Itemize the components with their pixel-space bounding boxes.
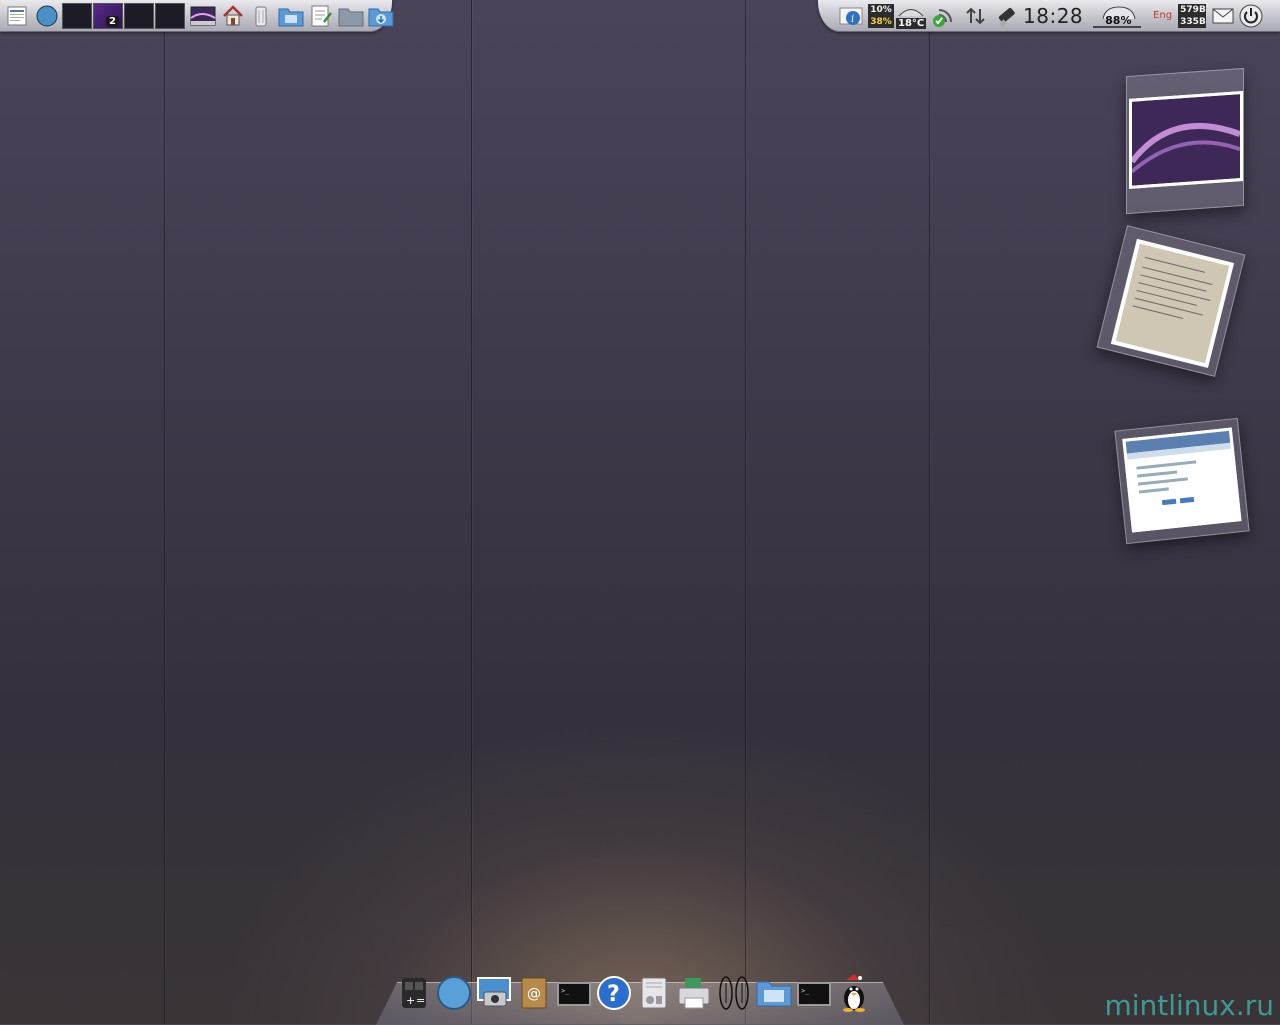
wallpaper-preview-icon[interactable] <box>190 3 216 29</box>
svg-text:>_: >_ <box>561 987 570 995</box>
trash-icon[interactable] <box>248 3 274 29</box>
print-manager-icon[interactable] <box>676 972 712 1014</box>
battery-widget[interactable]: 88% <box>1091 3 1143 29</box>
svg-text:>_: >_ <box>801 987 810 995</box>
text-editor-icon[interactable] <box>308 3 334 29</box>
web-browser-icon[interactable] <box>34 3 60 29</box>
webpage-thumbnail <box>1122 427 1242 533</box>
downloads-folder-icon[interactable] <box>368 3 394 29</box>
folder-icon[interactable] <box>756 972 792 1014</box>
workspace-4[interactable] <box>155 2 185 29</box>
home-icon[interactable] <box>220 3 246 29</box>
photo-viewer-icon[interactable] <box>476 972 512 1014</box>
net-down-label: 579B <box>1178 3 1207 16</box>
app-menu-icon[interactable] <box>4 3 30 29</box>
tux-icon[interactable] <box>836 972 872 1014</box>
svg-text:@: @ <box>527 986 541 1002</box>
document-thumbnail <box>1110 238 1235 368</box>
workspace-2[interactable]: 2 <box>93 2 123 29</box>
keyboard-layout-label[interactable]: Eng <box>1153 10 1172 21</box>
top-left-panel: 2 <box>0 0 394 32</box>
system-tray: i 10% 38% 18°C 18:28 88% Eng 579B 335B <box>838 2 1264 29</box>
battery-label: 88% <box>1105 13 1132 27</box>
webpage-preview-card[interactable] <box>1114 417 1250 545</box>
watermark: mintlinux.ru <box>1104 989 1274 1022</box>
calculator-icon[interactable]: + = <box>396 972 432 1014</box>
system-monitor[interactable]: 10% 38% <box>868 3 894 28</box>
documents-folder-icon[interactable] <box>278 3 304 29</box>
svg-text:i: i <box>851 14 854 25</box>
document-preview-card[interactable] <box>1096 225 1246 377</box>
workspace-number: 2 <box>106 15 119 27</box>
memory-usage-label: 38% <box>868 15 894 28</box>
temperature-label: 18°C <box>896 17 927 29</box>
net-up-label: 335B <box>1178 15 1207 28</box>
svg-text:+: + <box>406 994 415 1007</box>
aurora-image <box>1129 94 1242 186</box>
launcher-tray: 2 <box>4 2 394 29</box>
wallpaper-thumbnail <box>1129 90 1243 189</box>
svg-text:=: = <box>416 994 425 1007</box>
audio-icon[interactable] <box>716 972 752 1014</box>
dock: + = @ >_ ? >_ <box>396 968 872 1014</box>
help-icon[interactable]: ? <box>596 972 632 1014</box>
temperature-widget[interactable]: 18°C <box>896 3 927 29</box>
system-settings-icon[interactable] <box>636 972 672 1014</box>
workspace-1[interactable] <box>62 2 92 29</box>
network-transfer-icon[interactable] <box>963 3 989 29</box>
thermometer-icon <box>898 8 924 16</box>
webpage-image <box>1125 430 1231 506</box>
clock[interactable]: 18:28 <box>1019 4 1087 28</box>
workspace-3[interactable] <box>124 2 154 29</box>
scanned-document-image <box>1115 243 1230 364</box>
wifi-connected-icon[interactable] <box>929 3 955 29</box>
workspace-switcher[interactable]: 2 <box>62 2 186 29</box>
folder-icon[interactable] <box>338 3 364 29</box>
wallpaper-preview-card[interactable] <box>1126 67 1244 215</box>
usb-drive-icon[interactable] <box>993 3 1019 29</box>
network-speed-monitor[interactable]: 579B 335B <box>1178 3 1207 28</box>
info-icon[interactable]: i <box>838 3 864 29</box>
compass-browser-icon[interactable] <box>436 972 472 1014</box>
address-book-icon[interactable]: @ <box>516 972 552 1014</box>
terminal-icon[interactable]: >_ <box>556 972 592 1014</box>
power-icon[interactable] <box>1238 3 1264 29</box>
terminal-icon[interactable]: >_ <box>796 972 832 1014</box>
svg-text:?: ? <box>607 982 620 1007</box>
mail-icon[interactable] <box>1210 3 1236 29</box>
top-right-panel: i 10% 38% 18°C 18:28 88% Eng 579B 335B <box>818 0 1280 32</box>
cpu-usage-label: 10% <box>868 3 894 16</box>
